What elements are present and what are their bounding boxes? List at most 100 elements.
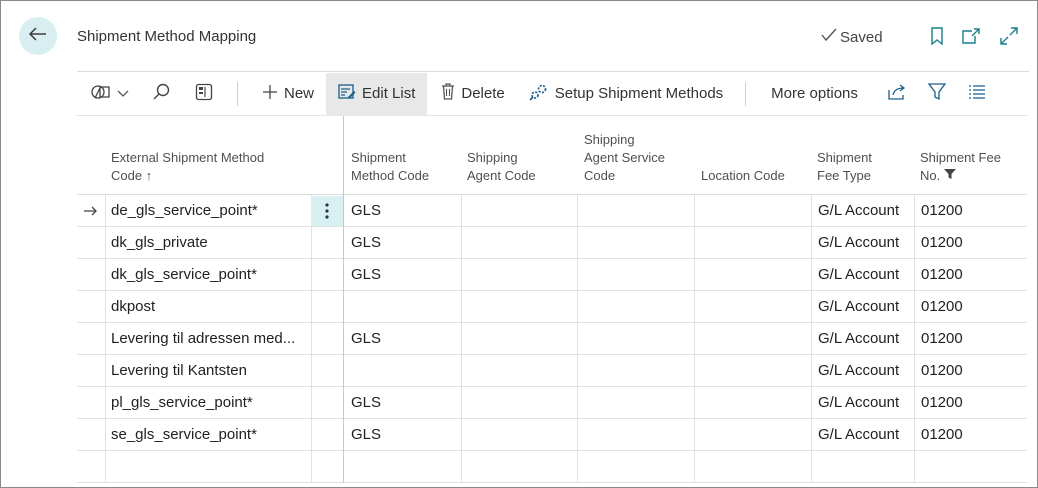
cell-external[interactable]: se_gls_service_point* bbox=[111, 419, 257, 451]
table-row[interactable]: Levering til adressen med... GLS G/L Accou… bbox=[77, 323, 1027, 355]
cell-fee-type[interactable]: G/L Account bbox=[818, 259, 899, 291]
filter-button[interactable] bbox=[918, 73, 958, 115]
cell-external[interactable]: dk_gls_service_point* bbox=[111, 259, 257, 291]
cell-fee-no[interactable]: 01200 bbox=[921, 291, 963, 323]
right-arrow-icon bbox=[77, 195, 105, 227]
setup-shipment-methods-button[interactable]: Setup Shipment Methods bbox=[517, 73, 745, 115]
views-icon bbox=[91, 83, 111, 105]
cell-external[interactable]: de_gls_service_point* bbox=[111, 195, 258, 227]
cell-external[interactable]: Levering til adressen med... bbox=[111, 323, 295, 355]
column-header-fee-no[interactable]: Shipment Fee No. bbox=[920, 149, 1001, 185]
more-vertical-icon[interactable] bbox=[311, 196, 343, 226]
column-divider bbox=[311, 451, 312, 483]
setup-label: Setup Shipment Methods bbox=[554, 85, 724, 102]
cell-fee-no[interactable]: 01200 bbox=[921, 323, 963, 355]
more-options-button[interactable]: More options bbox=[746, 73, 878, 115]
column-divider bbox=[811, 419, 812, 451]
table-row[interactable]: Levering til Kantsten G/L Account 01200 bbox=[77, 355, 1027, 387]
cell-external[interactable]: Levering til Kantsten bbox=[111, 355, 247, 387]
views-button[interactable] bbox=[77, 73, 139, 115]
edit-list-button[interactable]: Edit List bbox=[326, 72, 428, 115]
search-icon bbox=[153, 83, 171, 105]
filter-pane-button[interactable] bbox=[185, 73, 237, 115]
cell-fee-no[interactable]: 01200 bbox=[921, 195, 963, 227]
column-header-agent-service-code[interactable]: Shipping Agent Service Code bbox=[584, 131, 665, 185]
action-bar: New Edit List Delete Setup Shipment Meth… bbox=[77, 71, 1029, 115]
list-view-button[interactable] bbox=[958, 73, 996, 115]
new-button[interactable]: New bbox=[238, 73, 326, 115]
table-row[interactable]: dkpost G/L Account 01200 bbox=[77, 291, 1027, 323]
search-button[interactable] bbox=[139, 73, 185, 115]
cell-fee-no[interactable]: 01200 bbox=[921, 387, 963, 419]
column-divider bbox=[311, 259, 312, 291]
column-header-external-code[interactable]: External Shipment Method Code ↑ bbox=[111, 149, 264, 185]
cell-fee-type[interactable]: G/L Account bbox=[818, 323, 899, 355]
filter-icon bbox=[927, 82, 947, 105]
column-divider bbox=[105, 259, 106, 291]
cell-method[interactable]: GLS bbox=[351, 195, 381, 227]
cell-fee-no[interactable]: 01200 bbox=[921, 355, 963, 387]
cell-method[interactable]: GLS bbox=[351, 323, 381, 355]
cell-method[interactable]: GLS bbox=[351, 419, 381, 451]
back-button[interactable] bbox=[19, 17, 57, 55]
cell-fee-type[interactable]: G/L Account bbox=[818, 227, 899, 259]
column-divider bbox=[577, 387, 578, 419]
column-header-fee-type[interactable]: Shipment Fee Type bbox=[817, 149, 872, 185]
cell-fee-type[interactable]: G/L Account bbox=[818, 419, 899, 451]
column-divider bbox=[811, 227, 812, 259]
column-divider bbox=[811, 259, 812, 291]
cell-fee-type[interactable]: G/L Account bbox=[818, 291, 899, 323]
more-options-label: More options bbox=[771, 85, 858, 102]
column-divider bbox=[105, 323, 106, 355]
cell-method[interactable]: GLS bbox=[351, 387, 381, 419]
column-divider bbox=[105, 227, 106, 259]
cell-method[interactable]: GLS bbox=[351, 259, 381, 291]
table-row[interactable]: de_gls_service_point* GLS G/L Account 01200 bbox=[77, 195, 1027, 227]
back-arrow-icon bbox=[28, 26, 47, 46]
cell-fee-type[interactable]: G/L Account bbox=[818, 355, 899, 387]
cell-external[interactable]: dk_gls_private bbox=[111, 227, 208, 259]
frozen-column-divider bbox=[343, 116, 344, 196]
cell-external[interactable]: dkpost bbox=[111, 291, 155, 323]
column-divider bbox=[311, 419, 312, 451]
page-title: Shipment Method Mapping bbox=[77, 28, 257, 45]
saved-label: Saved bbox=[840, 28, 883, 46]
cell-fee-no[interactable]: 01200 bbox=[921, 259, 963, 291]
column-divider bbox=[577, 259, 578, 291]
column-header-location-code[interactable]: Location Code bbox=[701, 167, 785, 185]
column-divider bbox=[694, 291, 695, 323]
column-divider bbox=[577, 195, 578, 227]
share-button[interactable] bbox=[878, 73, 918, 115]
column-divider bbox=[343, 259, 344, 291]
window-frame: Shipment Method Mapping Saved New Edit L… bbox=[0, 0, 1038, 488]
table-row[interactable]: dk_gls_service_point* GLS G/L Account 01200 bbox=[77, 259, 1027, 291]
empty-new-row[interactable] bbox=[77, 451, 1027, 483]
table-row[interactable]: dk_gls_private GLS G/L Account 01200 bbox=[77, 227, 1027, 259]
column-divider bbox=[105, 419, 106, 451]
chevron-down-icon bbox=[117, 85, 129, 102]
edit-list-label: Edit List bbox=[362, 85, 416, 102]
column-divider bbox=[811, 387, 812, 419]
open-in-new-window-icon[interactable] bbox=[961, 26, 981, 46]
column-header-shipment-method-code[interactable]: Shipment Method Code bbox=[351, 149, 429, 185]
expand-icon[interactable] bbox=[999, 26, 1019, 46]
cell-external[interactable]: pl_gls_service_point* bbox=[111, 387, 253, 419]
cell-fee-no[interactable]: 01200 bbox=[921, 227, 963, 259]
column-divider bbox=[577, 451, 578, 483]
table-row[interactable]: se_gls_service_point* GLS G/L Account 01200 bbox=[77, 419, 1027, 451]
cell-fee-no[interactable]: 01200 bbox=[921, 419, 963, 451]
table-row[interactable]: pl_gls_service_point* GLS G/L Account 01200 bbox=[77, 387, 1027, 419]
column-divider bbox=[914, 387, 915, 419]
column-divider bbox=[694, 419, 695, 451]
cell-fee-type[interactable]: G/L Account bbox=[818, 387, 899, 419]
delete-button[interactable]: Delete bbox=[427, 73, 516, 115]
column-divider bbox=[105, 291, 106, 323]
column-divider bbox=[577, 291, 578, 323]
delete-label: Delete bbox=[461, 85, 505, 102]
new-label: New bbox=[284, 85, 315, 102]
bookmark-icon[interactable] bbox=[927, 26, 947, 46]
cell-method[interactable]: GLS bbox=[351, 227, 381, 259]
column-divider bbox=[811, 355, 812, 387]
cell-fee-type[interactable]: G/L Account bbox=[818, 195, 899, 227]
column-header-shipping-agent-code[interactable]: Shipping Agent Code bbox=[467, 149, 536, 185]
